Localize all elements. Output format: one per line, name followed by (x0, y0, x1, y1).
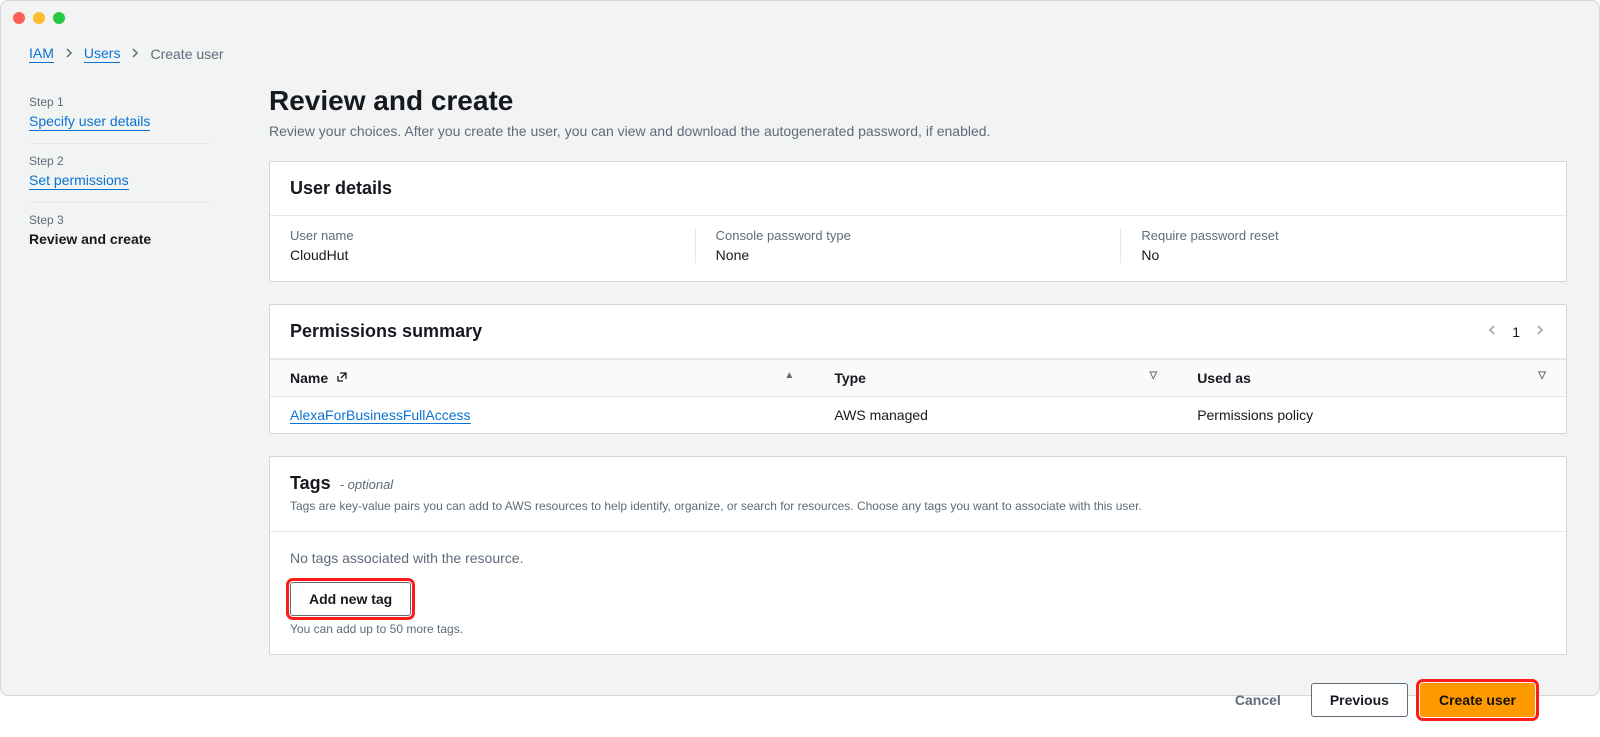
wizard-footer: Cancel Previous Create user (269, 677, 1567, 737)
policy-used-as: Permissions policy (1177, 397, 1566, 434)
col-used-as[interactable]: Used as ▽ (1177, 360, 1566, 397)
wizard-step-3: Step 3 Review and create (29, 203, 211, 261)
page-number: 1 (1512, 324, 1520, 340)
sort-icon: ▽ (1149, 370, 1157, 381)
col-name[interactable]: Name ▲ (270, 360, 814, 397)
add-new-tag-button[interactable]: Add new tag (290, 582, 411, 616)
step-title[interactable]: Specify user details (29, 113, 150, 131)
tags-empty-text: No tags associated with the resource. (290, 550, 1546, 566)
field-label: Require password reset (1141, 228, 1546, 243)
step-label: Step 2 (29, 154, 211, 168)
col-type-label: Type (834, 370, 866, 386)
tags-title-text: Tags (290, 473, 331, 493)
window-minimize-icon[interactable] (33, 12, 45, 24)
field-value: CloudHut (290, 247, 695, 263)
table-row: AlexaForBusinessFullAccess AWS managed P… (270, 397, 1566, 434)
tags-hint: You can add up to 50 more tags. (290, 622, 1546, 636)
col-used-as-label: Used as (1197, 370, 1251, 386)
wizard-steps: Step 1 Specify user details Step 2 Set p… (1, 35, 231, 695)
breadcrumb-users[interactable]: Users (84, 45, 121, 63)
window-close-icon[interactable] (13, 12, 25, 24)
policy-link[interactable]: AlexaForBusinessFullAccess (290, 407, 471, 424)
step-title: Review and create (29, 231, 151, 247)
field-label: User name (290, 228, 695, 243)
optional-label: - optional (340, 477, 393, 492)
col-name-label: Name (290, 370, 328, 386)
panel-title: Tags - optional (290, 473, 1142, 494)
field-label: Console password type (716, 228, 1121, 243)
step-title[interactable]: Set permissions (29, 172, 129, 190)
page-next-icon[interactable] (1534, 323, 1546, 341)
cancel-button[interactable]: Cancel (1217, 683, 1299, 717)
main-content: Review and create Review your choices. A… (231, 35, 1599, 695)
page-prev-icon[interactable] (1486, 323, 1498, 341)
previous-button[interactable]: Previous (1311, 683, 1408, 717)
tags-body: No tags associated with the resource. Ad… (270, 531, 1566, 654)
require-reset-col: Require password reset No (1120, 228, 1546, 263)
panel-desc: Tags are key-value pairs you can add to … (290, 498, 1142, 515)
field-value: None (716, 247, 1121, 263)
breadcrumb-current: Create user (150, 46, 223, 62)
user-details-panel: User details User name CloudHut Console … (269, 161, 1567, 282)
sort-asc-icon: ▲ (784, 370, 794, 381)
panel-title: Permissions summary (290, 321, 482, 342)
titlebar (1, 1, 1599, 35)
col-type[interactable]: Type ▽ (814, 360, 1177, 397)
tags-panel: Tags - optional Tags are key-value pairs… (269, 456, 1567, 655)
breadcrumb: IAM Users Create user (29, 45, 224, 63)
field-value: No (1141, 247, 1546, 263)
panel-header: Permissions summary 1 (270, 305, 1566, 359)
permissions-panel: Permissions summary 1 (269, 304, 1567, 434)
permissions-table: Name ▲ Type ▽ Used as (270, 359, 1566, 433)
policy-type: AWS managed (814, 397, 1177, 434)
page-title: Review and create (269, 85, 1567, 117)
chevron-right-icon (130, 47, 140, 61)
panel-title: User details (290, 178, 392, 199)
wizard-step-1[interactable]: Step 1 Specify user details (29, 85, 211, 144)
user-details-grid: User name CloudHut Console password type… (270, 216, 1566, 281)
window-zoom-icon[interactable] (53, 12, 65, 24)
sort-icon: ▽ (1538, 370, 1546, 381)
console-password-col: Console password type None (695, 228, 1121, 263)
step-label: Step 1 (29, 95, 211, 109)
step-label: Step 3 (29, 213, 211, 227)
user-name-col: User name CloudHut (290, 228, 695, 263)
external-link-icon (336, 371, 348, 383)
pager: 1 (1486, 323, 1546, 341)
panel-header: User details (270, 162, 1566, 216)
wizard-step-2[interactable]: Step 2 Set permissions (29, 144, 211, 203)
chevron-right-icon (64, 47, 74, 61)
page-subtitle: Review your choices. After you create th… (269, 123, 1567, 139)
create-user-button[interactable]: Create user (1420, 683, 1535, 717)
app-window: IAM Users Create user Step 1 Specify use… (0, 0, 1600, 696)
panel-header: Tags - optional Tags are key-value pairs… (270, 457, 1566, 531)
breadcrumb-iam[interactable]: IAM (29, 45, 54, 63)
